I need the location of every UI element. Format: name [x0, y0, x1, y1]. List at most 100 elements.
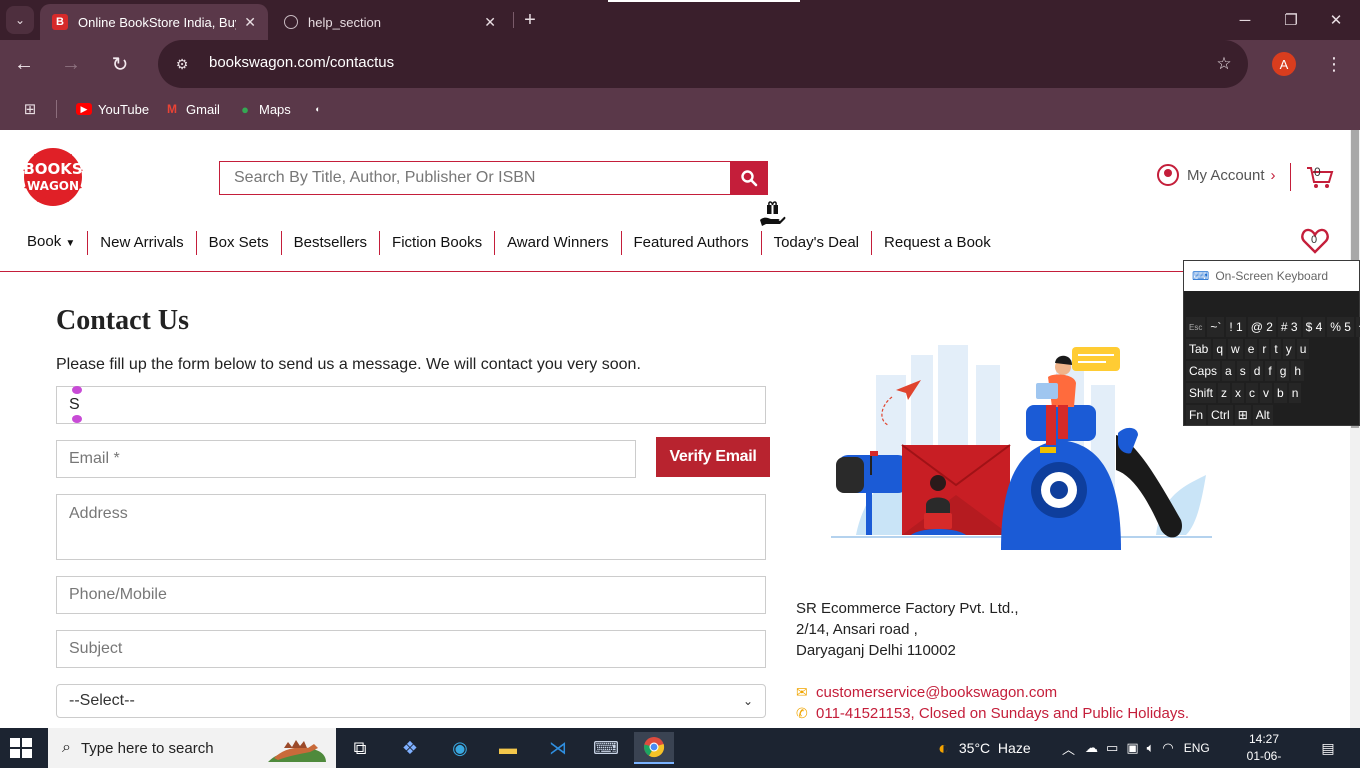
osk-key[interactable]: z [1218, 383, 1231, 403]
tab-bookswagon[interactable]: B Online BookStore India, Buy ✕ [40, 4, 268, 40]
chrome-icon[interactable] [634, 732, 674, 764]
osk-key[interactable]: Caps [1186, 361, 1221, 381]
weather-widget[interactable]: ◐ 35°C Haze [938, 728, 1031, 768]
osk-key[interactable]: @ 2 [1247, 317, 1276, 337]
tab-help-section[interactable]: help_section ✕ [272, 4, 508, 40]
osk-key[interactable]: n [1288, 383, 1302, 403]
onedrive-cloud-icon[interactable]: ☁ [1085, 740, 1098, 756]
notification-icon[interactable]: ▤ [1318, 738, 1338, 758]
taskbar-search[interactable]: ⌕ Type here to search [48, 728, 336, 768]
osk-key[interactable]: g [1276, 361, 1290, 381]
nav-book[interactable]: Book ▼ [27, 230, 87, 256]
close-window-icon[interactable]: ✕ [1324, 8, 1348, 32]
osk-key[interactable]: Fn [1186, 405, 1207, 425]
address-field[interactable]: Address [56, 494, 766, 560]
osk-key[interactable]: e [1244, 339, 1258, 359]
topic-select[interactable]: --Select-- ⌄ [56, 684, 766, 718]
close-tab-icon[interactable]: ✕ [484, 14, 496, 31]
back-icon[interactable]: ← [10, 50, 38, 78]
support-phone[interactable]: ✆ 011-41521153, Closed on Sundays and Pu… [796, 705, 1189, 722]
osk-key[interactable]: u [1296, 339, 1310, 359]
address-bar[interactable]: ⚙ bookswagon.com/contactus ☆ [158, 40, 1248, 88]
osk-key[interactable]: s [1236, 361, 1249, 381]
osk-key[interactable]: $ 4 [1302, 317, 1326, 337]
menu-kebab-icon[interactable]: ⋮ [1322, 52, 1346, 76]
bookmark-extra[interactable]: ◐ [310, 100, 332, 118]
osk-key[interactable]: ^ 6 [1355, 317, 1360, 337]
site-search-button[interactable] [730, 161, 768, 195]
chevron-up-icon[interactable]: ︿ [1062, 739, 1075, 758]
name-field[interactable]: S [56, 386, 766, 424]
reload-icon[interactable]: ↻ [106, 50, 134, 78]
new-tab-icon[interactable]: + [518, 8, 542, 32]
nav-award-winners[interactable]: Award Winners [494, 231, 620, 255]
osk-key[interactable]: Shift [1186, 383, 1217, 403]
profile-avatar[interactable]: A [1272, 52, 1296, 76]
osk-key[interactable]: # 3 [1277, 317, 1301, 337]
restore-icon[interactable]: ❐ [1279, 8, 1303, 32]
nav-box-sets[interactable]: Box Sets [195, 231, 281, 255]
file-explorer-icon[interactable]: ▬ [488, 732, 528, 764]
vscode-icon[interactable]: ⋊ [538, 732, 578, 764]
email-field[interactable]: Email * [56, 440, 636, 478]
nav-new-arrivals[interactable]: New Arrivals [87, 231, 195, 255]
forward-icon[interactable]: → [57, 50, 85, 78]
volume-icon[interactable]: 🔈︎ [1147, 740, 1155, 756]
tab-search-dropdown-icon[interactable]: ⌄ [6, 6, 34, 34]
osk-key[interactable]: r [1259, 339, 1270, 359]
nav-request-a-book[interactable]: Request a Book [871, 231, 1003, 255]
osk-titlebar[interactable]: ⌨ On-Screen Keyboard [1184, 261, 1359, 291]
battery-icon[interactable]: ▭ [1106, 740, 1118, 756]
on-screen-keyboard[interactable]: ⌨ On-Screen Keyboard Esc ~` ! 1 @ 2 # 3 … [1183, 260, 1360, 426]
my-account-link[interactable]: My Account › [1157, 164, 1276, 186]
nav-featured-authors[interactable]: Featured Authors [620, 231, 761, 255]
osk-key[interactable]: q [1213, 339, 1227, 359]
bookmark-maps[interactable]: ● Maps [237, 100, 291, 118]
wifi-icon[interactable]: ◠ [1162, 740, 1173, 756]
close-tab-icon[interactable]: ✕ [244, 14, 256, 31]
text-caret-handle-icon[interactable] [72, 386, 82, 394]
language-indicator[interactable]: ENG [1184, 741, 1210, 755]
nav-bestsellers[interactable]: Bestsellers [280, 231, 379, 255]
osk-key[interactable]: % 5 [1327, 317, 1354, 337]
bookmark-gmail[interactable]: M Gmail [164, 100, 220, 118]
bookswagon-logo[interactable]: BOOKS WAGON [16, 146, 90, 208]
verify-email-button[interactable]: Verify Email [656, 437, 770, 477]
osk-key[interactable]: Ctrl [1208, 405, 1233, 425]
osk-key[interactable]: Esc [1186, 317, 1206, 337]
windows-start-icon[interactable] [10, 738, 32, 758]
osk-key[interactable]: f [1265, 361, 1275, 381]
apps-grid-icon[interactable]: ⊞ [20, 100, 40, 118]
edge-icon[interactable]: ◉ [440, 732, 480, 764]
osk-key[interactable]: t [1271, 339, 1281, 359]
copilot-icon[interactable]: ❖ [390, 732, 430, 764]
clock[interactable]: 14:27 01-06-2025 [1240, 731, 1288, 768]
minimize-icon[interactable]: ─ [1233, 8, 1257, 32]
bookmark-star-icon[interactable]: ☆ [1212, 52, 1236, 76]
windows-key-icon[interactable]: ⊞ [1234, 405, 1251, 425]
nav-todays-deal[interactable]: Today's Deal [760, 231, 871, 255]
site-info-icon[interactable]: ⚙ [170, 52, 194, 76]
bookmark-youtube[interactable]: ▶ YouTube [76, 100, 149, 118]
text-caret-handle-icon[interactable] [72, 415, 82, 423]
subject-field[interactable]: Subject [56, 630, 766, 668]
osk-key[interactable]: v [1260, 383, 1273, 403]
osk-key[interactable]: x [1232, 383, 1245, 403]
osk-key[interactable]: Alt [1252, 405, 1273, 425]
osk-key[interactable]: ! 1 [1226, 317, 1246, 337]
osk-key[interactable]: w [1228, 339, 1243, 359]
nav-fiction-books[interactable]: Fiction Books [379, 231, 494, 255]
support-email[interactable]: ✉ customerservice@bookswagon.com [796, 684, 1057, 701]
site-search-input[interactable] [219, 161, 731, 195]
task-view-icon[interactable]: ⧉ [340, 732, 380, 764]
osk-key[interactable]: c [1246, 383, 1259, 403]
meet-icon[interactable]: ▣ [1126, 740, 1138, 756]
osk-key[interactable]: Tab [1186, 339, 1212, 359]
osk-key[interactable]: a [1222, 361, 1235, 381]
osk-key[interactable]: b [1274, 383, 1287, 403]
osk-key[interactable]: d [1250, 361, 1264, 381]
osk-key[interactable]: ~` [1207, 317, 1225, 337]
osk-key[interactable]: y [1282, 339, 1295, 359]
keyboard-app-icon[interactable]: ⌨ [586, 732, 626, 764]
osk-key[interactable]: h [1291, 361, 1305, 381]
